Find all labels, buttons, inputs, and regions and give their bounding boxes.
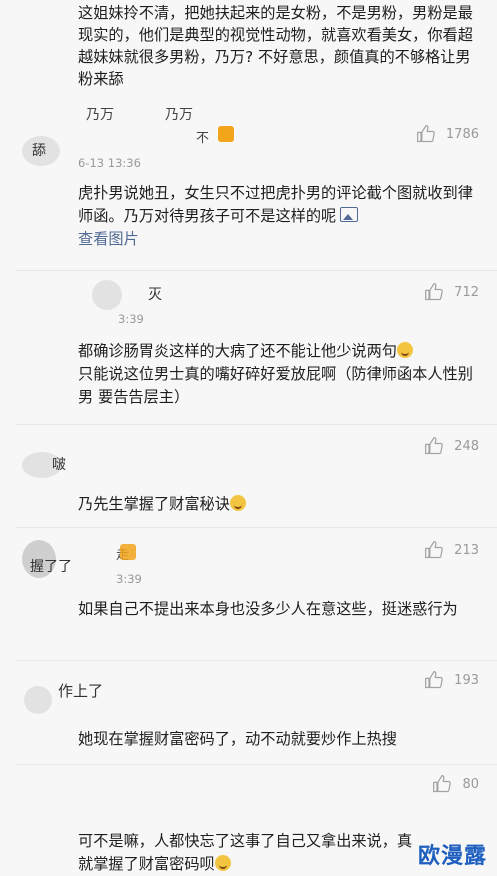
comment-body: 乃先生掌握了财富秘诀: [78, 495, 230, 513]
thumbs-up-icon: [425, 283, 443, 301]
view-image-link[interactable]: 查看图片: [78, 230, 139, 248]
divider: [16, 527, 497, 528]
comment-time: 3:39: [118, 312, 144, 326]
divider: [16, 270, 497, 271]
thumbs-up-icon: [425, 541, 443, 559]
like-button[interactable]: 193: [424, 670, 479, 690]
like-button[interactable]: 248: [424, 436, 479, 456]
thumbs-up-icon: [425, 437, 443, 455]
thumbs-up-icon: [416, 125, 435, 143]
divider: [16, 660, 497, 661]
parent-comment-text: 这姐妹拎不清，把她扶起来的是女粉，不是男粉，男粉是最现实的，他们是典型的视觉性动…: [78, 4, 473, 88]
like-button[interactable]: 80: [432, 774, 479, 794]
smile-emoji-icon: [396, 342, 413, 358]
comment-text: 她现在掌握财富密码了，动不动就要炒作上热搜: [78, 730, 397, 748]
comment-text: 可不是嘛，人都快忘了这事了自己又拿出来说，真就掌握了财富密码呗: [78, 830, 418, 876]
laughing-emoji-icon: [229, 495, 246, 511]
like-count: 712: [454, 284, 479, 300]
like-count: 80: [462, 776, 479, 792]
image-icon: [340, 207, 359, 222]
thumbs-up-icon: [425, 671, 443, 689]
divider: [16, 764, 497, 765]
watermark-logo: 欧漫露: [417, 844, 487, 869]
comment-username[interactable]: 灭: [148, 284, 162, 304]
badge-icon: [120, 544, 136, 560]
comment-text: 如果自己不提出来本身也没多少人在意这些，挺迷惑行为: [78, 600, 458, 618]
quoted-username: 乃万: [86, 107, 114, 123]
like-count: 213: [454, 542, 479, 558]
like-count: 248: [454, 438, 479, 454]
badge-text: 不: [196, 131, 210, 146]
comment-text: 虎扑男说她丑，女生只不过把虎扑男的评论截个图就收到律师函。乃万对待男孩子可不是这…: [78, 182, 473, 251]
comment-body: 可不是嘛，人都快忘了这事了自己又拿出来说，真就掌握了财富密码呗: [78, 832, 413, 873]
like-button[interactable]: 712: [424, 282, 479, 302]
avatar[interactable]: [24, 686, 52, 714]
comment-username[interactable]: 舔: [32, 140, 46, 160]
comment-username[interactable]: 啵: [52, 454, 66, 474]
like-button[interactable]: 1786: [416, 124, 479, 144]
comment-time: 6-13 13:36: [78, 156, 141, 170]
like-count: 1786: [445, 126, 479, 142]
comment-body: 都确诊肠胃炎这样的大病了还不能让他少说两句: [78, 342, 397, 360]
badge-icon: [218, 126, 234, 142]
comment-text: 都确诊肠胃炎这样的大病了还不能让他少说两句 只能说这位男士真的嘴好碎好爱放屁啊（…: [78, 340, 473, 409]
avatar[interactable]: [92, 280, 122, 310]
thumbs-up-icon: [433, 775, 452, 793]
comment-username[interactable]: 作上了: [58, 680, 103, 701]
comment-text: 乃先生掌握了财富秘诀: [78, 493, 473, 516]
like-count: 193: [454, 672, 479, 688]
smile-emoji-icon: [214, 855, 231, 871]
comment-username[interactable]: 握了了: [30, 556, 72, 576]
quoted-username: 乃万: [165, 107, 193, 123]
comment-body: 只能说这位男士真的嘴好碎好爱放屁啊（防律师函本人性别男 要告告层主）: [78, 365, 473, 406]
divider: [16, 424, 497, 425]
like-button[interactable]: 213: [424, 540, 479, 560]
comment-time: 3:39: [116, 572, 142, 586]
comment-body: 虎扑男说她丑，女生只不过把虎扑男的评论截个图就收到律师函。乃万对待男孩子可不是这…: [78, 184, 473, 225]
